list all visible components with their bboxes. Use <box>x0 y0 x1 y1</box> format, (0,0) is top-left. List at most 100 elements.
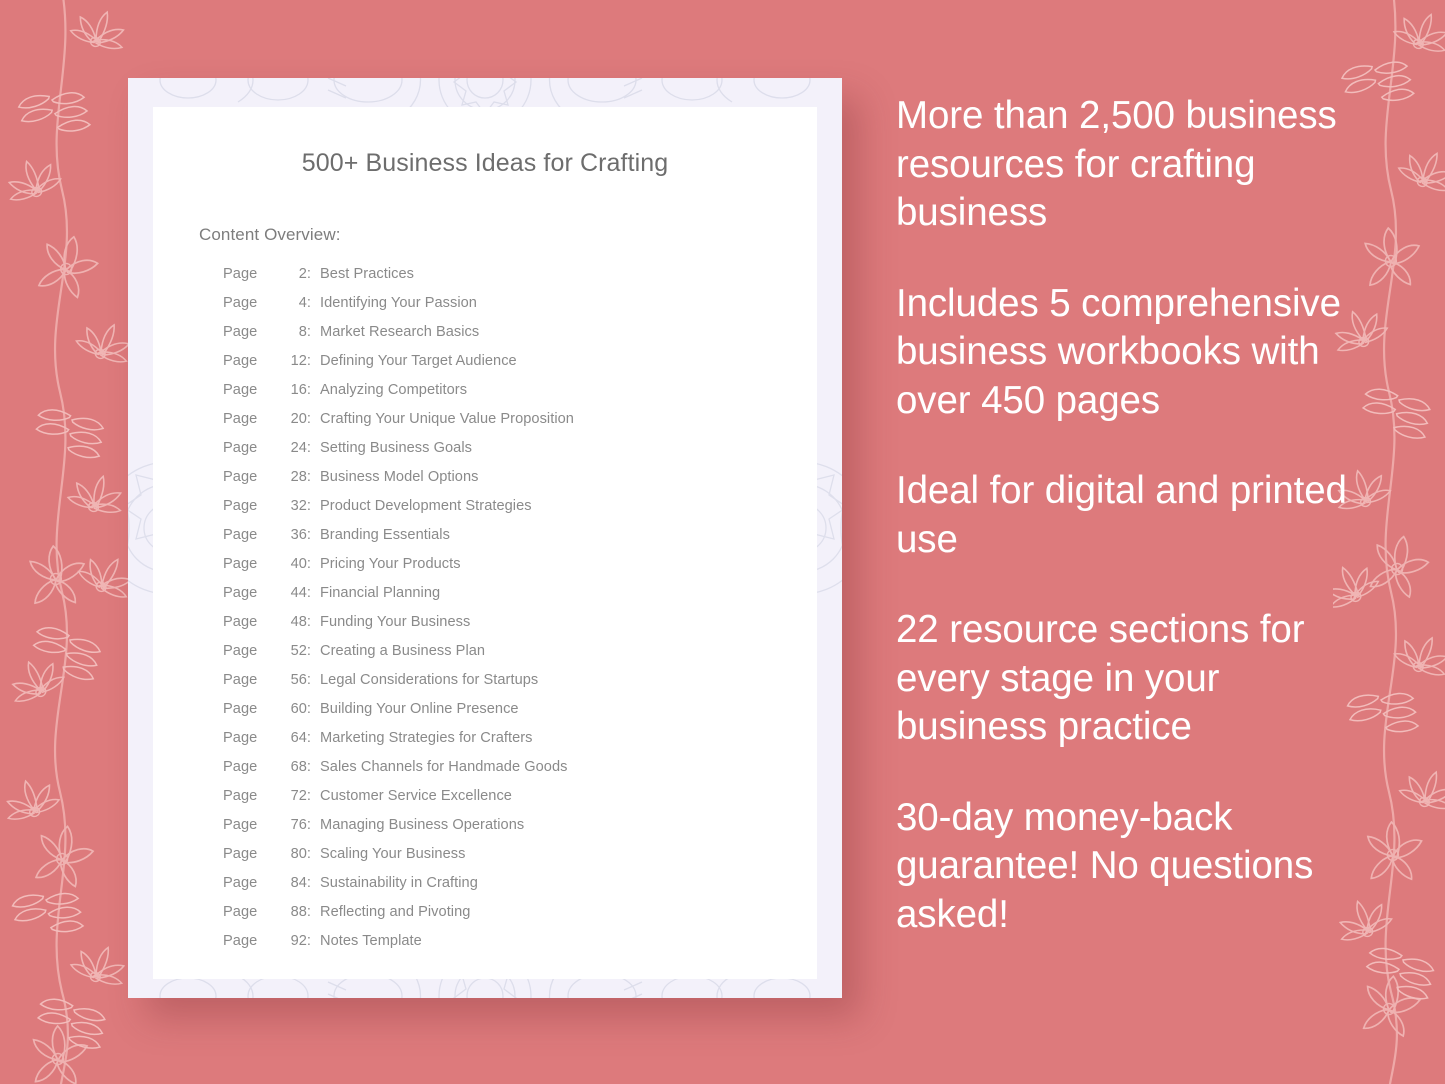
document-preview-card[interactable]: 500+ Business Ideas for Crafting Content… <box>128 78 842 998</box>
table-of-contents: Page 2: Best Practices Page 4: Identifying Yo… <box>199 267 771 963</box>
toc-entry-title: Building Your Online Presence <box>320 701 519 718</box>
document-sheet: 500+ Business Ideas for Crafting Content… <box>153 107 817 979</box>
toc-entry-title: Sustainability in Crafting <box>320 875 478 892</box>
toc-page-word: Page <box>223 730 258 747</box>
list-item[interactable]: Page 52: Creating a Business Plan <box>223 644 771 673</box>
toc-page-number: 8: <box>298 324 311 341</box>
toc-entry-title: Financial Planning <box>320 585 441 602</box>
floral-vine-icon <box>0 0 132 1084</box>
toc-page-number: 2: <box>298 266 311 283</box>
toc-entry-title: Best Practices <box>320 266 414 283</box>
toc-entry-title: Marketing Strategies for Crafters <box>320 730 533 747</box>
toc-page-word: Page <box>223 846 258 863</box>
toc-page-number: 16: <box>290 382 311 399</box>
list-item[interactable]: Page 8: Market Research Basics <box>223 325 771 354</box>
toc-page-number: 36: <box>290 527 311 544</box>
toc-page-word: Page <box>223 324 258 341</box>
list-item[interactable]: Page 20: Crafting Your Unique Value Propos… <box>223 412 771 441</box>
toc-entry-title: Defining Your Target Audience <box>320 353 517 370</box>
toc-page-word: Page <box>223 498 258 515</box>
list-item[interactable]: Page 28: Business Model Options <box>223 470 771 499</box>
toc-entry-title: Legal Considerations for Startups <box>320 672 539 689</box>
list-item[interactable]: Page 68: Sales Channels for Handmade Goods <box>223 760 771 789</box>
toc-page-number: 68: <box>290 759 311 776</box>
toc-page-word: Page <box>223 556 258 573</box>
toc-page-number: 32: <box>290 498 311 515</box>
toc-entry-title: Identifying Your Passion <box>320 295 477 312</box>
left-floral-border <box>0 0 132 1084</box>
toc-entry-title: Sales Channels for Handmade Goods <box>320 759 568 776</box>
toc-page-number: 24: <box>290 440 311 457</box>
list-item[interactable]: Page 56: Legal Considerations for Startups <box>223 673 771 702</box>
toc-entry-title: Pricing Your Products <box>320 556 461 573</box>
toc-page-number: 12: <box>290 353 311 370</box>
toc-page-word: Page <box>223 875 258 892</box>
promo-block: 30-day money-back guarantee! No question… <box>896 795 1314 936</box>
toc-entry-title: Setting Business Goals <box>320 440 472 457</box>
promo-block: Ideal for digital and printed use <box>896 469 1347 561</box>
list-item[interactable]: Page 72: Customer Service Excellence <box>223 789 771 818</box>
page-title: 500+ Business Ideas for Crafting <box>301 149 669 177</box>
toc-page-word: Page <box>223 440 258 457</box>
toc-entry-title: Managing Business Operations <box>320 817 525 834</box>
toc-page-number: 84: <box>290 875 311 892</box>
toc-page-word: Page <box>223 759 258 776</box>
list-item[interactable]: Page 60: Building Your Online Presence <box>223 702 771 731</box>
toc-page-word: Page <box>223 411 258 428</box>
list-item[interactable]: Page 16: Analyzing Competitors <box>223 383 771 412</box>
toc-entry-title: Notes Template <box>320 933 422 950</box>
toc-page-word: Page <box>223 701 258 718</box>
toc-page-word: Page <box>223 295 258 312</box>
toc-page-number: 72: <box>290 788 311 805</box>
toc-page-word: Page <box>223 672 258 689</box>
list-item[interactable]: Page 84: Sustainability in Crafting <box>223 876 771 905</box>
list-item[interactable]: Page 80: Scaling Your Business <box>223 847 771 876</box>
toc-page-number: 64: <box>290 730 311 747</box>
toc-page-number: 20: <box>290 411 311 428</box>
list-item[interactable]: Page 76: Managing Business Operations <box>223 818 771 847</box>
toc-entry-title: Scaling Your Business <box>320 846 466 863</box>
toc-page-number: 48: <box>290 614 311 631</box>
toc-page-word: Page <box>223 527 258 544</box>
right-floral-border <box>1333 0 1445 1084</box>
toc-entry-title: Analyzing Competitors <box>320 382 468 399</box>
toc-page-number: 40: <box>290 556 311 573</box>
toc-page-number: 28: <box>290 469 311 486</box>
toc-page-number: 88: <box>290 904 311 921</box>
toc-page-word: Page <box>223 585 258 602</box>
toc-page-word: Page <box>223 788 258 805</box>
toc-entry-title: Customer Service Excellence <box>320 788 512 805</box>
toc-page-word: Page <box>223 904 258 921</box>
toc-page-number: 60: <box>290 701 311 718</box>
list-item[interactable]: Page 92: Notes Template <box>223 934 771 963</box>
list-item[interactable]: Page 32: Product Development Strategies <box>223 499 771 528</box>
toc-page-number: 76: <box>290 817 311 834</box>
list-item[interactable]: Page 40: Pricing Your Products <box>223 557 771 586</box>
list-item[interactable]: Page 12: Defining Your Target Audience <box>223 354 771 383</box>
toc-entry-title: Creating a Business Plan <box>320 643 486 660</box>
list-item[interactable]: Page 44: Financial Planning <box>223 586 771 615</box>
toc-entry-title: Market Research Basics <box>320 324 480 341</box>
list-item[interactable]: Page 64: Marketing Strategies for Crafters <box>223 731 771 760</box>
toc-page-word: Page <box>223 933 258 950</box>
promo-block: Includes 5 comprehensive business workbo… <box>896 281 1341 422</box>
toc-entry-title: Funding Your Business <box>320 614 471 631</box>
toc-entry-title: Business Model Options <box>320 469 479 486</box>
toc-page-number: 92: <box>290 933 311 950</box>
list-item[interactable]: Page 4: Identifying Your Passion <box>223 296 771 325</box>
toc-page-number: 56: <box>290 672 311 689</box>
toc-page-word: Page <box>223 643 258 660</box>
toc-entry-title: Branding Essentials <box>320 527 450 544</box>
toc-page-word: Page <box>223 382 258 399</box>
list-item[interactable]: Page 24: Setting Business Goals <box>223 441 771 470</box>
toc-page-number: 52: <box>290 643 311 660</box>
list-item[interactable]: Page 36: Branding Essentials <box>223 528 771 557</box>
toc-page-word: Page <box>223 817 258 834</box>
list-item[interactable]: Page 48: Funding Your Business <box>223 615 771 644</box>
toc-page-word: Page <box>223 469 258 486</box>
toc-page-word: Page <box>223 614 258 631</box>
toc-entry-title: Crafting Your Unique Value Proposition <box>320 411 574 428</box>
toc-page-word: Page <box>223 266 258 283</box>
list-item[interactable]: Page 2: Best Practices <box>223 267 771 296</box>
list-item[interactable]: Page 88: Reflecting and Pivoting <box>223 905 771 934</box>
